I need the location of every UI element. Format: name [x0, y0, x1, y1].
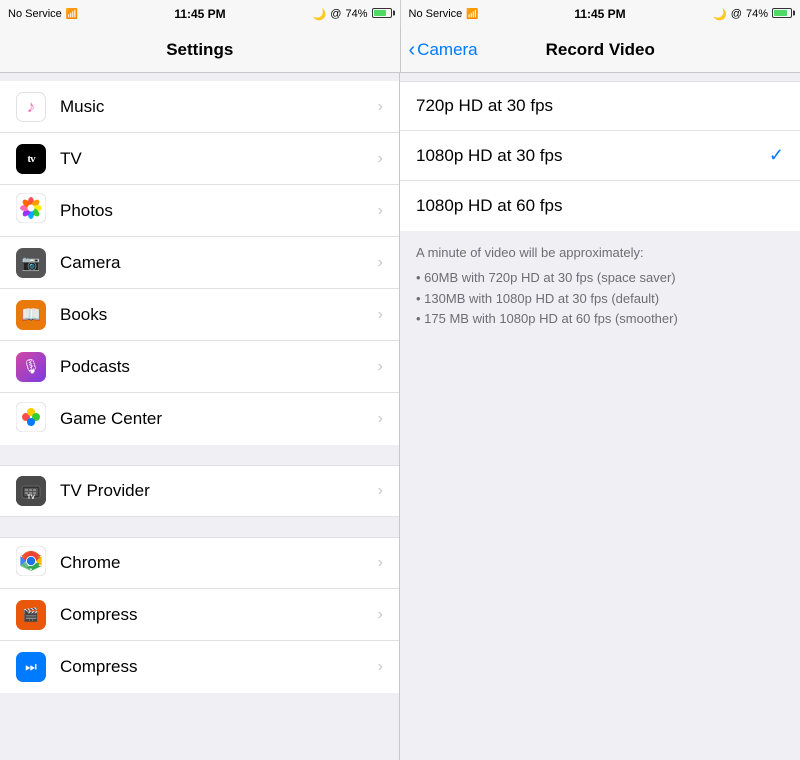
back-button[interactable]: ‹ Camera — [409, 40, 478, 60]
books-label: Books — [60, 305, 378, 325]
info-bullet-1: • 60MB with 720p HD at 30 fps (space sav… — [416, 268, 784, 289]
record-video-panel: 720p HD at 30 fps ✓ 1080p HD at 30 fps ✓… — [400, 73, 800, 760]
back-label: Camera — [417, 40, 477, 60]
podcasts-label: Podcasts — [60, 357, 378, 377]
battery-pct-right: 74% — [746, 8, 768, 20]
settings-row-chrome[interactable]: Chrome › — [0, 537, 399, 589]
settings-nav-title: Settings — [166, 40, 233, 60]
settings-row-tv[interactable]: tv TV › — [0, 133, 399, 185]
info-bullet-3: • 175 MB with 1080p HD at 60 fps (smooth… — [416, 309, 784, 330]
tvprovider-label: TV Provider — [60, 481, 378, 501]
option-1080p30-label: 1080p HD at 30 fps — [416, 146, 769, 166]
photos-icon — [16, 193, 46, 228]
wifi-icon-left: 📶 — [66, 9, 78, 20]
video-options-group: 720p HD at 30 fps ✓ 1080p HD at 30 fps ✓… — [400, 81, 800, 231]
chevron-right-icon: › — [378, 410, 383, 428]
settings-row-compress1[interactable]: 🎬 Compress › — [0, 589, 399, 641]
chrome-label: Chrome — [60, 553, 378, 573]
chevron-right-icon: › — [378, 202, 383, 220]
settings-row-books[interactable]: 📖 Books › — [0, 289, 399, 341]
settings-group-tvprovider: TV TV Provider › — [0, 465, 399, 517]
gamecenter-icon — [16, 402, 46, 437]
status-bar-left: No Service 📶 11:45 PM 🌙 @ 74% — [0, 0, 400, 28]
chevron-right-icon: › — [378, 254, 383, 272]
option-1080p60[interactable]: 1080p HD at 60 fps ✓ — [400, 181, 800, 231]
chevron-right-icon: › — [378, 306, 383, 324]
info-heading: A minute of video will be approximately: — [416, 243, 784, 264]
option-720p30-label: 720p HD at 30 fps — [416, 96, 769, 116]
video-info-box: A minute of video will be approximately:… — [400, 231, 800, 342]
settings-group-third-party: Chrome › 🎬 Compress › ⏭ Compress › — [0, 537, 399, 693]
chevron-right-icon: › — [378, 554, 383, 572]
battery-icon-right — [772, 8, 792, 21]
settings-group-apps: ♪ Music › tv TV › — [0, 81, 399, 445]
signal-right: No Service — [409, 8, 463, 20]
record-video-title: Record Video — [546, 40, 655, 60]
info-bullet-2: • 130MB with 1080p HD at 30 fps (default… — [416, 289, 784, 310]
chevron-left-icon: ‹ — [409, 40, 416, 60]
gamecenter-label: Game Center — [60, 409, 378, 429]
settings-row-photos[interactable]: Photos › — [0, 185, 399, 237]
settings-panel: ♪ Music › tv TV › — [0, 73, 400, 760]
music-icon: ♪ — [16, 92, 46, 122]
chevron-right-icon: › — [378, 482, 383, 500]
camera-label: Camera — [60, 253, 378, 273]
settings-row-music[interactable]: ♪ Music › — [0, 81, 399, 133]
nav-bar-settings: Settings — [0, 28, 401, 72]
option-720p30[interactable]: 720p HD at 30 fps ✓ — [400, 81, 800, 131]
checkmark-1080p30: ✓ — [769, 145, 784, 166]
svg-text:TV: TV — [27, 495, 35, 501]
status-bar-right: No Service 📶 11:45 PM 🌙 @ 74% — [401, 0, 800, 28]
chevron-right-icon: › — [378, 150, 383, 168]
at-icon-right: @ — [731, 8, 742, 20]
settings-row-camera[interactable]: 📷 Camera › — [0, 237, 399, 289]
settings-row-compress2[interactable]: ⏭ Compress › — [0, 641, 399, 693]
photos-label: Photos — [60, 201, 378, 221]
compress1-label: Compress — [60, 605, 378, 625]
at-icon-left: @ — [330, 8, 341, 20]
music-label: Music — [60, 97, 378, 117]
tv-icon: tv — [16, 144, 46, 174]
chrome-icon — [16, 546, 46, 581]
chevron-right-icon: › — [378, 606, 383, 624]
compress2-label: Compress — [60, 657, 378, 677]
books-icon: 📖 — [16, 300, 46, 330]
battery-pct-left: 74% — [345, 8, 367, 20]
chevron-right-icon: › — [378, 658, 383, 676]
moon-icon-right: 🌙 — [713, 8, 727, 21]
settings-row-podcasts[interactable]: 🎙 Podcasts › — [0, 341, 399, 393]
time-right: 11:45 PM — [574, 7, 625, 21]
chevron-right-icon: › — [378, 98, 383, 116]
battery-icon-left — [372, 8, 392, 21]
chevron-right-icon: › — [378, 358, 383, 376]
tv-label: TV — [60, 149, 378, 169]
option-1080p30[interactable]: 1080p HD at 30 fps ✓ — [400, 131, 800, 181]
compress2-icon: ⏭ — [16, 652, 46, 682]
moon-icon-left: 🌙 — [313, 8, 327, 21]
wifi-icon-right: 📶 — [466, 9, 478, 20]
nav-bar-record-video: ‹ Camera Record Video — [401, 28, 800, 72]
settings-row-tvprovider[interactable]: TV TV Provider › — [0, 465, 399, 517]
podcasts-icon: 🎙 — [16, 352, 46, 382]
time-left: 11:45 PM — [174, 7, 225, 21]
option-1080p60-label: 1080p HD at 60 fps — [416, 196, 769, 216]
tvprovider-icon: TV — [16, 476, 46, 506]
camera-app-icon: 📷 — [16, 248, 46, 278]
settings-row-gamecenter[interactable]: Game Center › — [0, 393, 399, 445]
compress1-icon: 🎬 — [16, 600, 46, 630]
signal-left: No Service — [8, 8, 62, 20]
